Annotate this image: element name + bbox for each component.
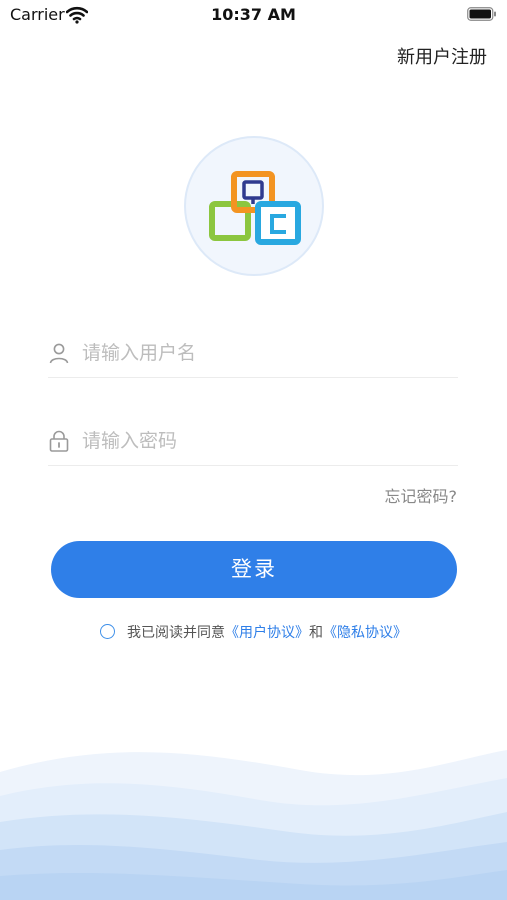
forgot-password-link[interactable]: 忘记密码? xyxy=(385,483,458,507)
clock: 10:37 AM xyxy=(211,5,296,24)
agree-checkbox[interactable] xyxy=(100,624,115,639)
username-field xyxy=(48,328,458,378)
logo-badge xyxy=(184,136,324,276)
username-input[interactable] xyxy=(82,336,452,370)
agreement-row: 我已阅读并同意《用户协议》和《隐私协议》 xyxy=(0,622,507,642)
agreement-conjunction: 和 xyxy=(309,625,323,641)
battery-icon xyxy=(467,7,496,21)
password-input[interactable] xyxy=(82,424,452,458)
user-icon xyxy=(49,343,69,364)
password-field xyxy=(48,416,458,466)
status-bar: Carrier 10:37 AM xyxy=(0,0,507,30)
register-link[interactable]: 新用户注册 xyxy=(397,43,487,69)
user-agreement-link[interactable]: 《用户协议》 xyxy=(225,625,309,641)
privacy-policy-link[interactable]: 《隐私协议》 xyxy=(323,625,407,641)
app-logo xyxy=(209,171,301,245)
agreement-text: 我已阅读并同意 xyxy=(127,625,225,641)
lock-icon xyxy=(49,430,69,452)
login-button[interactable]: 登录 xyxy=(51,541,457,598)
wave-background xyxy=(0,750,507,900)
